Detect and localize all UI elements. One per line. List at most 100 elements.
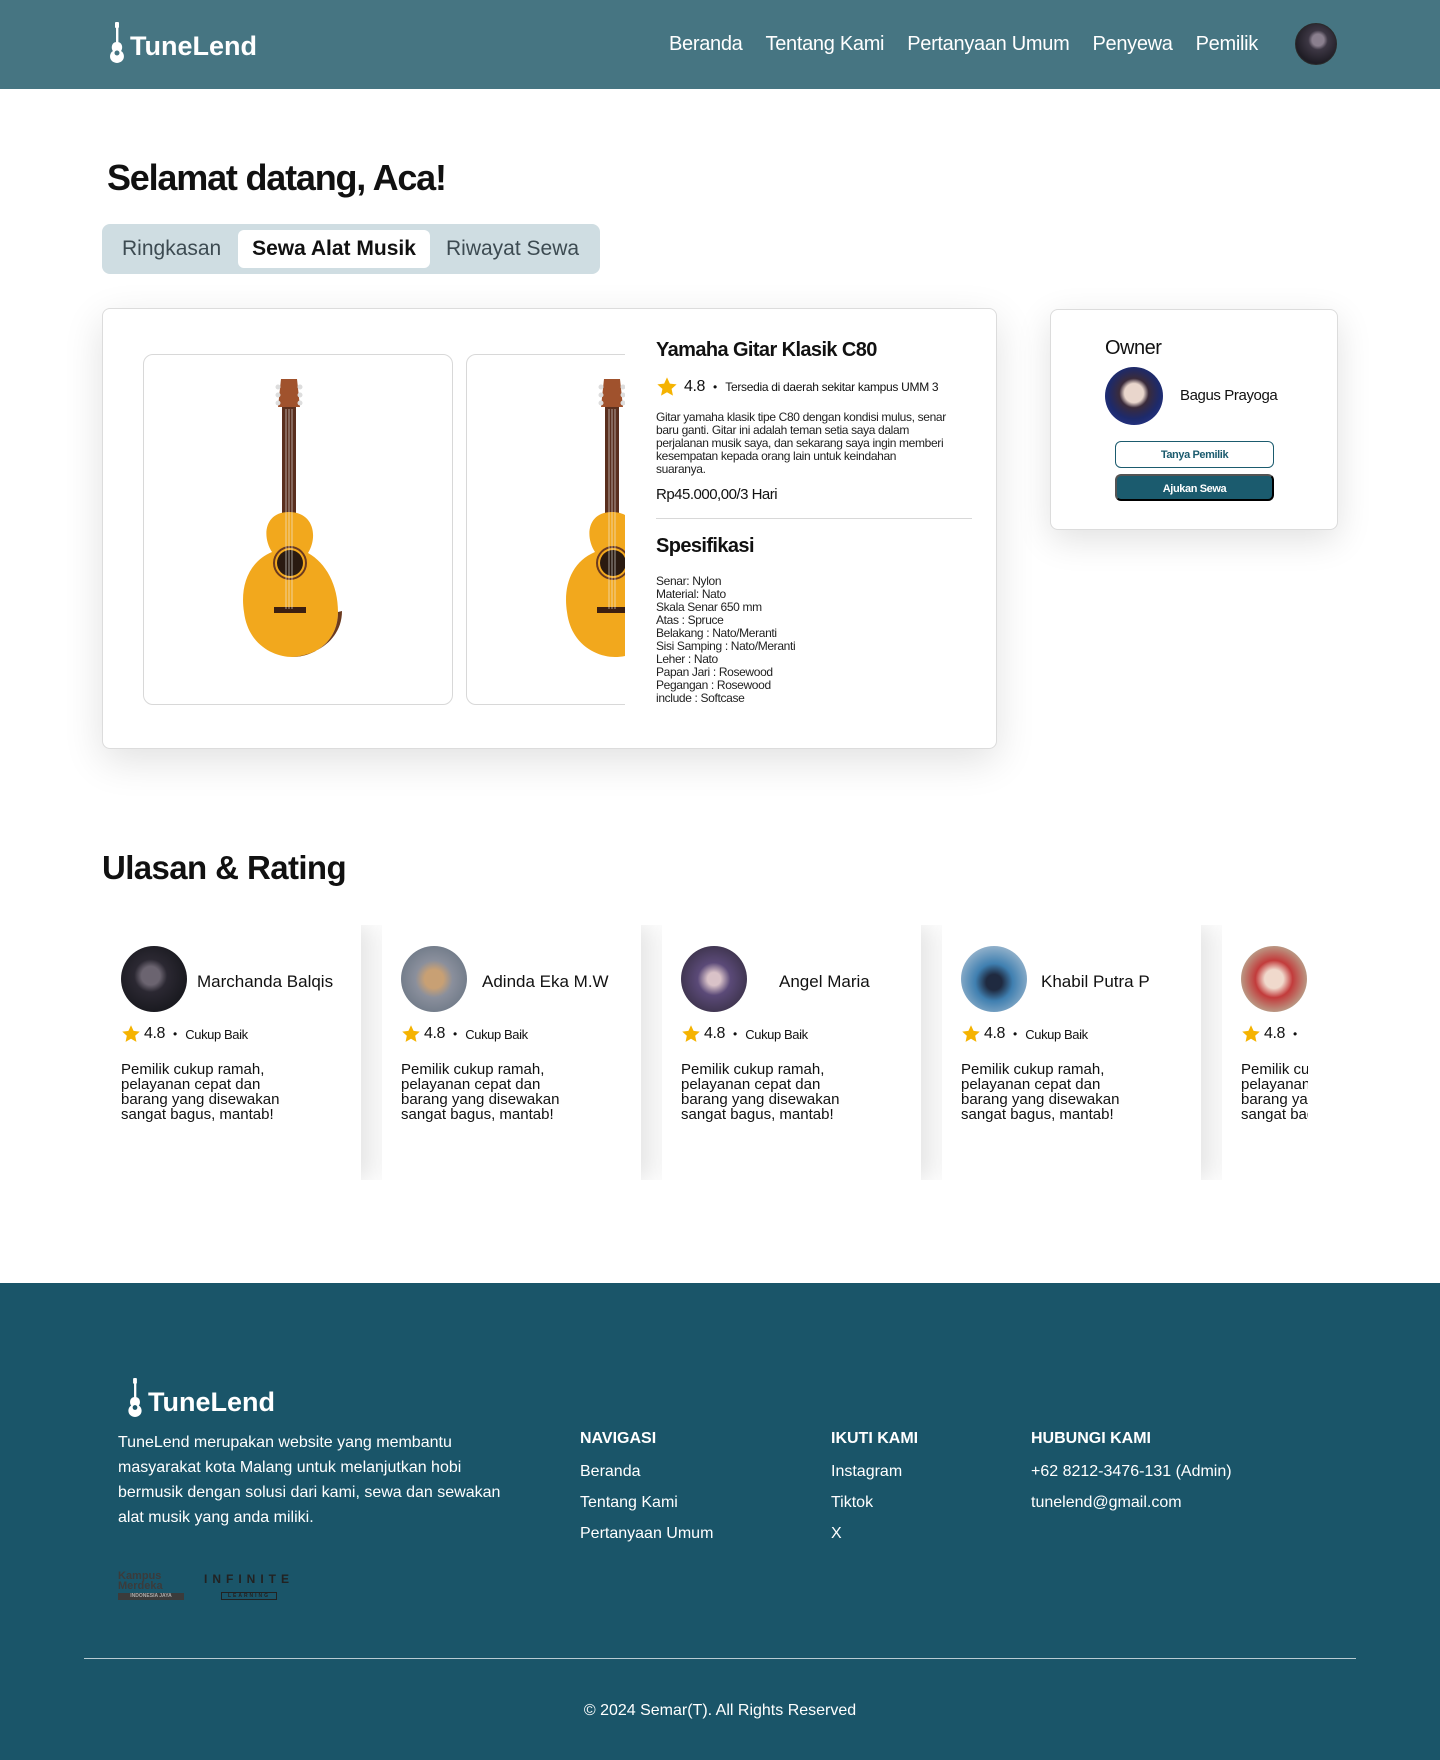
dashboard-tabs: Ringkasan Sewa Alat Musik Riwayat Sewa: [102, 224, 600, 274]
submit-rent-button[interactable]: Ajukan Sewa: [1115, 474, 1274, 501]
product-description: Gitar yamaha klasik tipe C80 dengan kond…: [656, 410, 946, 476]
review-meta: 4.8 • Cukup Baik: [121, 1024, 248, 1044]
brand-name: TuneLend: [130, 31, 257, 61]
reviewer-avatar: [401, 946, 467, 1012]
spec-title: Spesifikasi: [656, 535, 755, 557]
footer-brand-logo[interactable]: TuneLend: [124, 1378, 275, 1418]
product-image[interactable]: [466, 354, 625, 705]
copyright: © 2024 Semar(T). All Rights Reserved: [583, 1702, 857, 1719]
footer-about: TuneLend merupakan website yang membantu…: [118, 1434, 501, 1526]
reviewer-avatar: [1241, 946, 1307, 1012]
reviewer-name: Marchanda Balqis: [197, 972, 334, 991]
owner-avatar[interactable]: [1105, 367, 1163, 425]
nav-pemilik[interactable]: Pemilik: [1196, 33, 1259, 56]
review-text: Pemilik cukup ramah, pelayanan cepat dan…: [401, 1061, 560, 1123]
review-text: Pemilik cukup ramah, pelayanan cepat dan…: [1241, 1061, 1308, 1123]
review-label: Cukup Baik: [1025, 1026, 1088, 1042]
review-text: Pemilik cukup ramah, pelayanan cepat dan…: [961, 1061, 1120, 1123]
footer-link-tiktok[interactable]: Tiktok: [831, 1487, 918, 1518]
star-icon: [1242, 1025, 1260, 1042]
product-meta: 4.8 • Tersedia di daerah sekitar kampus …: [656, 376, 972, 398]
footer-link-beranda[interactable]: Beranda: [580, 1456, 713, 1487]
footer-nav-title: NAVIGASI: [580, 1430, 657, 1447]
review-label: Cukup Baik: [185, 1026, 248, 1042]
greeting-name: Aca!: [372, 157, 447, 198]
review-meta: 4.8 • Cukup Baik: [961, 1024, 1088, 1044]
nav-beranda[interactable]: Beranda: [669, 33, 743, 56]
reviewer-avatar: [681, 946, 747, 1012]
owner-label: Owner: [1105, 337, 1162, 359]
review-card: Adinda Eka M.W 4.8 • Cukup Baik Pemilik …: [382, 925, 641, 1180]
spec-item: include : Softcase: [656, 691, 745, 705]
footer-link-x[interactable]: X: [831, 1518, 918, 1549]
review-card: Khabil Putra P 4.8 • Cukup Baik Pemilik …: [942, 925, 1201, 1180]
review-rating: 4.8: [144, 1025, 166, 1042]
reviewer-avatar: [121, 946, 187, 1012]
footer-contact-email[interactable]: tunelend@gmail.com: [1031, 1487, 1232, 1518]
user-avatar[interactable]: [1295, 23, 1337, 65]
star-icon: [682, 1025, 700, 1042]
main-nav: Beranda Tentang Kami Pertanyaan Umum Pen…: [646, 33, 1258, 56]
review-card: 4.8 • Pemilik cukup ramah, pelayanan cep…: [1222, 925, 1308, 1180]
product-info: Yamaha Gitar Klasik C80 4.8 • Tersedia d…: [656, 339, 972, 705]
review-meta: 4.8 • Cukup Baik: [681, 1024, 808, 1044]
footer-link-pertanyaan-umum[interactable]: Pertanyaan Umum: [580, 1518, 713, 1549]
separator-dot: •: [713, 380, 718, 394]
divider: [656, 518, 972, 519]
nav-penyewa[interactable]: Penyewa: [1092, 33, 1172, 56]
footer-contact-column: HUBUNGI KAMI +62 8212-3476-131 (Admin) t…: [1031, 1430, 1232, 1518]
brand-logo[interactable]: TuneLend: [106, 22, 257, 64]
tab-ringkasan[interactable]: Ringkasan: [122, 230, 221, 268]
separator-dot: •: [173, 1027, 178, 1041]
review-rating: 4.8: [1264, 1025, 1286, 1042]
review-label: Cukup Baik: [745, 1026, 808, 1042]
product-image-carousel[interactable]: [143, 354, 625, 706]
footer-follow-title: IKUTI KAMI: [831, 1430, 919, 1447]
reviewer-name: Khabil Putra P: [1041, 972, 1150, 991]
product-rating: 4.8: [684, 378, 706, 395]
footer-contact-title: HUBUNGI KAMI: [1031, 1430, 1151, 1447]
review-card: Angel Maria 4.8 • Cukup Baik Pemilik cuk…: [662, 925, 921, 1180]
kampus-merdeka-subtext: INDONESIA JAYA: [118, 1593, 184, 1600]
footer-divider: [84, 1658, 1356, 1659]
top-navbar: TuneLend Beranda Tentang Kami Pertanyaan…: [0, 0, 1440, 89]
reviewer-avatar: [961, 946, 1027, 1012]
spec-list: Senar: Nylon Material: Nato Skala Senar …: [656, 575, 972, 705]
ask-owner-button[interactable]: Tanya Pemilik: [1115, 441, 1274, 468]
guitar-image: [243, 379, 342, 657]
guitar-logo-icon: [110, 22, 124, 63]
review-text: Pemilik cukup ramah, pelayanan cepat dan…: [121, 1061, 280, 1123]
kampus-merdeka-logo: Kampus Merdeka INDONESIA JAYA: [118, 1571, 184, 1600]
footer-link-instagram[interactable]: Instagram: [831, 1456, 918, 1487]
footer-follow-column: IKUTI KAMI Instagram Tiktok X: [831, 1430, 918, 1549]
tab-riwayat-sewa[interactable]: Riwayat Sewa: [446, 230, 579, 268]
footer-link-tentang-kami[interactable]: Tentang Kami: [580, 1487, 713, 1518]
separator-dot: •: [733, 1027, 738, 1041]
tab-sewa-alat-musik[interactable]: Sewa Alat Musik: [238, 230, 430, 268]
product-location: Tersedia di daerah sekitar kampus UMM 3: [725, 380, 939, 394]
review-rating: 4.8: [424, 1025, 446, 1042]
owner-name: Bagus Prayoga: [1180, 387, 1278, 404]
product-card: Yamaha Gitar Klasik C80 4.8 • Tersedia d…: [102, 308, 997, 749]
reviews-carousel[interactable]: Marchanda Balqis 4.8 • Cukup Baik Pemili…: [102, 925, 1308, 1180]
star-icon: [657, 377, 677, 396]
separator-dot: •: [1013, 1027, 1018, 1041]
nav-tentang-kami[interactable]: Tentang Kami: [766, 33, 885, 56]
review-label: Cukup Baik: [465, 1026, 528, 1042]
star-icon: [402, 1025, 420, 1042]
nav-pertanyaan-umum[interactable]: Pertanyaan Umum: [907, 33, 1070, 56]
greeting-prefix: Selamat datang,: [107, 157, 373, 198]
kampus-merdeka-text: Kampus Merdeka: [118, 1570, 163, 1592]
page-title: Selamat datang, Aca!: [107, 157, 447, 199]
product-image[interactable]: [143, 354, 453, 705]
review-meta: 4.8 • Cukup Baik: [401, 1024, 528, 1044]
guitar-image: [566, 379, 625, 657]
footer-contact-phone[interactable]: +62 8212-3476-131 (Admin): [1031, 1456, 1232, 1487]
footer-nav-column: NAVIGASI Beranda Tentang Kami Pertanyaan…: [580, 1430, 713, 1549]
footer: TuneLend TuneLend merupakan website yang…: [0, 1283, 1440, 1760]
infinite-subtext: LEARNING: [220, 1591, 278, 1600]
infinite-text: INFINITE: [204, 1571, 294, 1586]
reviewer-name: Angel Maria: [779, 972, 870, 991]
review-card: Marchanda Balqis 4.8 • Cukup Baik Pemili…: [102, 925, 361, 1180]
reviews-title: Ulasan & Rating: [102, 849, 347, 886]
